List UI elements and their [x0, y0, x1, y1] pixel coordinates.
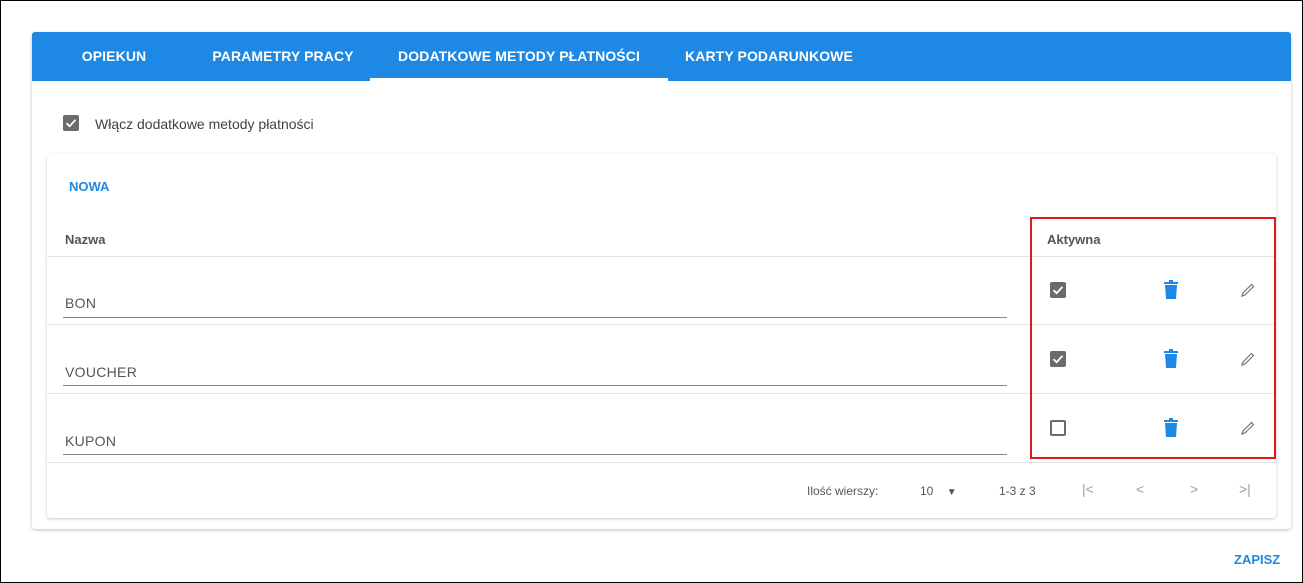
enable-methods-checkbox[interactable] — [63, 115, 79, 131]
method-name-field[interactable]: VOUCHER — [65, 364, 137, 380]
column-header-name: Nazwa — [65, 232, 106, 247]
field-underline — [63, 385, 1007, 386]
next-page-icon[interactable]: > — [1190, 481, 1198, 497]
tab-karty-podarunkowe[interactable]: KARTY PODARUNKOWE — [675, 32, 863, 81]
rows-per-page-value: 10 — [920, 484, 934, 498]
tab-opiekun[interactable]: OPIEKUN — [78, 32, 150, 81]
row-divider — [47, 462, 1276, 463]
enable-methods-label: Włącz dodatkowe metody płatności — [95, 116, 314, 132]
rows-per-page-select[interactable]: 10 ▼ — [920, 484, 957, 498]
rows-per-page-label: Ilość wierszy: — [807, 484, 879, 498]
last-page-icon[interactable]: >| — [1239, 481, 1251, 497]
pagination-range: 1-3 z 3 — [999, 484, 1036, 498]
field-underline — [63, 454, 1007, 455]
dropdown-arrow-icon: ▼ — [946, 487, 957, 498]
method-name-field[interactable]: KUPON — [65, 433, 116, 449]
new-button[interactable]: NOWA — [69, 179, 109, 194]
save-button[interactable]: ZAPISZ — [1234, 552, 1280, 567]
tab-bar: OPIEKUN PARAMETRY PRACY DODATKOWE METODY… — [32, 32, 1291, 81]
previous-page-icon[interactable]: < — [1136, 481, 1144, 497]
active-column-highlight — [1030, 217, 1276, 459]
tab-parametry-pracy[interactable]: PARAMETRY PRACY — [204, 32, 362, 81]
method-name-field[interactable]: BON — [65, 295, 96, 311]
check-icon — [65, 119, 77, 128]
tab-dodatkowe-metody-platnosci[interactable]: DODATKOWE METODY PŁATNOŚCI — [370, 32, 668, 81]
first-page-icon[interactable]: |< — [1082, 481, 1094, 497]
field-underline — [63, 317, 1007, 318]
